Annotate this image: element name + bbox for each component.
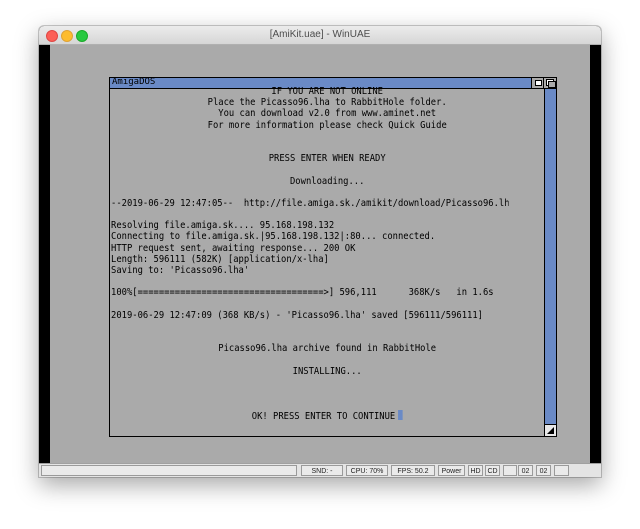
console-line: PRESS ENTER WHEN READY xyxy=(111,153,508,164)
console-line-text: INSTALLING... xyxy=(292,365,362,377)
console-line-text: Saving to: 'Picasso96.lha' xyxy=(111,265,250,276)
df0-track[interactable]: 02 xyxy=(518,465,533,476)
console-line: IF YOU ARE NOT ONLINE xyxy=(111,86,508,97)
console-line: For more information please check Quick … xyxy=(111,120,508,131)
console-line-text: Resolving file.amiga.sk.... 95.168.198.1… xyxy=(111,220,335,232)
size-gadget[interactable] xyxy=(544,424,556,436)
spare-led-3 xyxy=(554,465,569,476)
zoom-icon xyxy=(535,80,542,86)
console-line: Saving to: 'Picasso96.lha' xyxy=(111,265,508,276)
console-line-text: Place the Picasso96.lha to RabbitHole fo… xyxy=(207,97,447,109)
console-line: 100%[===================================… xyxy=(111,287,508,298)
console-line: Length: 596111 (582K) [application/x-lha… xyxy=(111,254,508,265)
console-line-text: 2019-06-29 12:47:09 (368 KB/s) - 'Picass… xyxy=(111,309,483,321)
console-line-text: HTTP request sent, awaiting response... … xyxy=(111,242,356,254)
hd-led: HD xyxy=(468,465,483,476)
console-line: Resolving file.amiga.sk.... 95.168.198.1… xyxy=(111,220,508,231)
spare-led-1 xyxy=(503,465,517,476)
console-line-text: --2019-06-29 12:47:05-- http://file.amig… xyxy=(111,197,509,209)
console-line: You can download v2.0 from www.aminet.ne… xyxy=(111,108,508,119)
console-line-text: You can download v2.0 from www.aminet.ne… xyxy=(218,108,437,120)
cd-led: CD xyxy=(485,465,500,476)
console-line-text: OK! PRESS ENTER TO CONTINUE xyxy=(251,411,396,423)
console-line: Connecting to file.amiga.sk.|95.168.198.… xyxy=(111,231,508,242)
console-line: INSTALLING... xyxy=(111,366,508,377)
vertical-scrollbar[interactable] xyxy=(544,89,556,436)
df1-track[interactable]: 02 xyxy=(536,465,551,476)
console-line: HTTP request sent, awaiting response... … xyxy=(111,243,508,254)
emulator-window: [AmiKit.uae] - WinUAE AmigaDOS IF YOU AR… xyxy=(39,26,601,477)
amigados-window[interactable]: AmigaDOS IF YOU ARE NOT ONLINE Place the … xyxy=(109,77,557,437)
status-message xyxy=(41,465,297,476)
depth-icon-back xyxy=(548,81,556,88)
fps-status: FPS: 50.2 xyxy=(391,465,435,476)
console-line-text: PRESS ENTER WHEN READY xyxy=(268,153,386,165)
console-line-text: For more information please check Quick … xyxy=(207,119,447,131)
console-output[interactable]: IF YOU ARE NOT ONLINE Place the Picasso96… xyxy=(111,86,508,426)
power-led: Power xyxy=(438,465,465,476)
sound-status: SND: - xyxy=(301,465,343,476)
cpu-status: CPU: 70% xyxy=(346,465,388,476)
console-line-text: 100%[===================================… xyxy=(111,287,494,299)
console-line-text: Connecting to file.amiga.sk.|95.168.198.… xyxy=(111,231,436,243)
window-title: [AmiKit.uae] - WinUAE xyxy=(269,29,371,40)
console-line-text: Length: 596111 (582K) [application/x-lha… xyxy=(111,253,329,265)
console-line-text: Picasso96.lha archive found in RabbitHol… xyxy=(218,343,437,355)
console-line-text: IF YOU ARE NOT ONLINE xyxy=(271,86,383,97)
text-cursor xyxy=(398,410,403,421)
amiga-screen[interactable]: AmigaDOS IF YOU ARE NOT ONLINE Place the … xyxy=(50,45,590,463)
console-line: Place the Picasso96.lha to RabbitHole fo… xyxy=(111,97,508,108)
status-bar: SND: - CPU: 70% FPS: 50.2 Power HD CD 02… xyxy=(39,463,601,477)
depth-gadget[interactable] xyxy=(543,78,556,88)
console-line: OK! PRESS ENTER TO CONTINUE xyxy=(111,410,508,423)
console-line: 2019-06-29 12:47:09 (368 KB/s) - 'Picass… xyxy=(111,310,508,321)
window-titlebar[interactable]: [AmiKit.uae] - WinUAE xyxy=(39,26,601,45)
console-line: Picasso96.lha archive found in RabbitHol… xyxy=(111,343,508,354)
console-line: --2019-06-29 12:47:05-- http://file.amig… xyxy=(111,198,508,209)
console-line-text: Downloading... xyxy=(289,175,365,187)
console-line: Downloading... xyxy=(111,176,508,187)
